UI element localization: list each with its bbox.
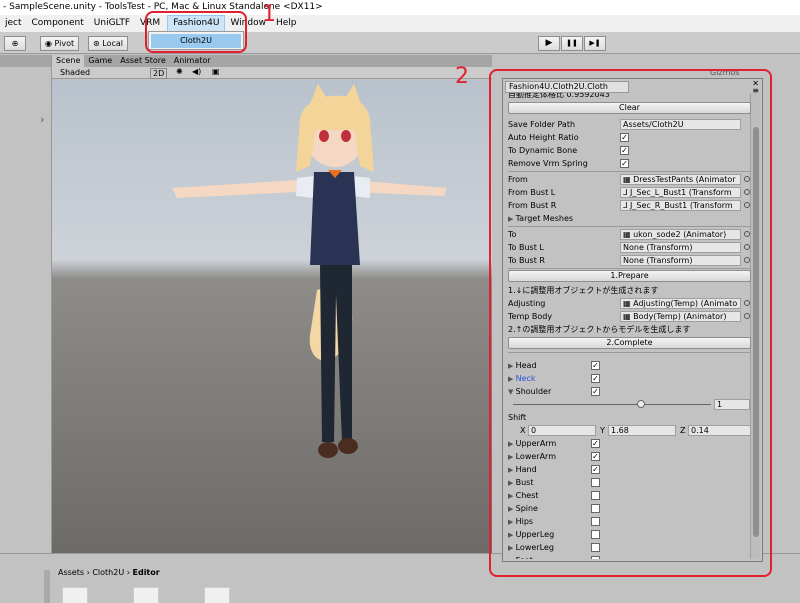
- tab-scene[interactable]: Scene: [52, 55, 85, 67]
- tab-asset-store[interactable]: Asset Store: [116, 55, 170, 67]
- window-title: - SampleScene.unity - ToolsTest - PC, Ma…: [0, 0, 800, 15]
- tab-animator[interactable]: Animator: [170, 55, 215, 67]
- step-button[interactable]: ▶❚: [584, 36, 606, 51]
- annotation-box-1: [145, 11, 247, 53]
- play-button[interactable]: ▶: [538, 36, 560, 51]
- character-model: [172, 84, 447, 458]
- scene-toolbar: Shaded 2D ✺ ◀) ▣: [52, 67, 492, 79]
- hierarchy-header: [0, 55, 51, 67]
- scene-viewport[interactable]: [52, 80, 492, 553]
- annotation-number-2: 2: [455, 64, 469, 89]
- file-icon[interactable]: [204, 587, 230, 603]
- local-label: Local: [102, 39, 123, 48]
- pivot-icon: ◉: [45, 39, 55, 48]
- annotation-number-1: 1: [262, 2, 276, 27]
- file-icon[interactable]: [133, 587, 159, 603]
- globe-icon: ⊛: [93, 39, 103, 48]
- breadcrumb: Assets › Cloth2U › Editor: [58, 568, 160, 577]
- menu-bar: ject Component UniGLTF VRM Fashion4U Win…: [0, 15, 800, 32]
- scene-tab-bar: Scene Game Asset Store Animator: [52, 55, 492, 67]
- menu-component[interactable]: Component: [27, 15, 89, 32]
- mode-2d-toggle[interactable]: 2D: [150, 68, 168, 79]
- effects-icon[interactable]: ▣: [212, 67, 220, 76]
- pause-button[interactable]: ❚❚: [561, 36, 583, 51]
- crumb-assets[interactable]: Assets: [58, 568, 84, 577]
- menu-unigltf[interactable]: UniGLTF: [89, 15, 135, 32]
- annotation-box-2: [489, 69, 772, 577]
- main-toolbar: ⊕ ◉ Pivot ⊛ Local ▶ ❚❚ ▶❚: [0, 32, 800, 54]
- pivot-toggle[interactable]: ◉ Pivot: [40, 36, 80, 51]
- menu-project[interactable]: ject: [0, 15, 27, 32]
- tab-game[interactable]: Game: [84, 55, 116, 67]
- shading-mode-select[interactable]: Shaded: [60, 68, 90, 77]
- local-toggle[interactable]: ⊛ Local: [88, 36, 128, 51]
- chevron-right-icon[interactable]: ›: [40, 113, 44, 126]
- file-icon[interactable]: [62, 587, 88, 603]
- pivot-label: Pivot: [54, 39, 75, 48]
- scrollbar-track[interactable]: [44, 570, 50, 603]
- crumb-editor[interactable]: Editor: [133, 568, 160, 577]
- crumb-cloth2u[interactable]: Cloth2U: [92, 568, 124, 577]
- transform-tool-button[interactable]: ⊕: [4, 36, 26, 51]
- lighting-icon[interactable]: ✺: [176, 67, 183, 76]
- hierarchy-panel: ›: [0, 55, 52, 555]
- audio-icon[interactable]: ◀): [192, 67, 201, 76]
